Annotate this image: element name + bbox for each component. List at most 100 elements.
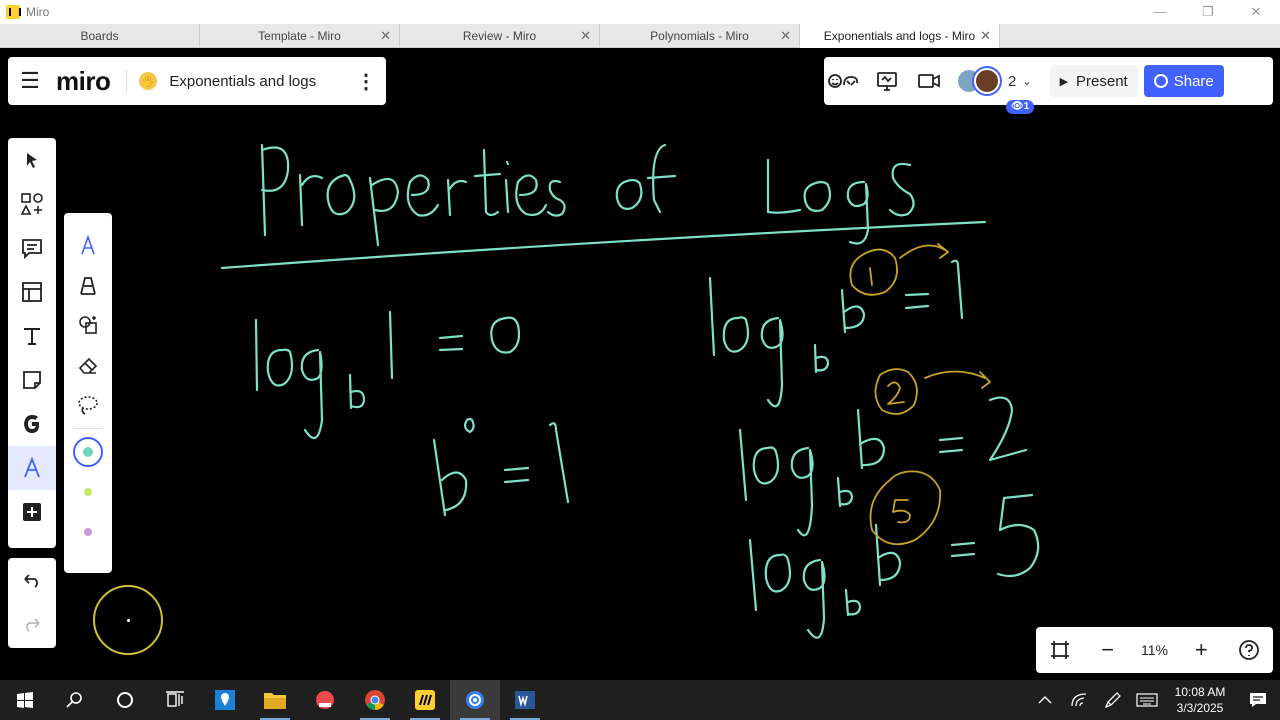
play-icon: ▶ <box>1059 75 1069 88</box>
shapes-icon <box>20 193 43 215</box>
tab-template[interactable]: Template - Miro ✕ <box>200 24 400 48</box>
tab-label: Polynomials - Miro <box>650 29 749 43</box>
smart-drawing-icon <box>79 316 97 334</box>
close-tab-icon[interactable]: ✕ <box>980 24 991 48</box>
comment-icon <box>22 239 42 259</box>
comment-tool[interactable] <box>8 226 56 270</box>
help-button[interactable] <box>1225 627 1273 673</box>
taskbar-app-snip[interactable] <box>300 680 350 720</box>
keyboard-icon <box>1136 693 1158 707</box>
reactions-button[interactable] <box>824 57 866 105</box>
undo-icon <box>24 574 38 588</box>
select-tool[interactable] <box>8 138 56 182</box>
color-swatch-purple[interactable] <box>64 512 112 552</box>
smart-drawing-option[interactable] <box>64 305 112 345</box>
present-button[interactable]: ▶ Present <box>1049 65 1138 97</box>
help-icon <box>1239 640 1259 660</box>
fit-to-screen-button[interactable] <box>1036 627 1084 673</box>
color-swatch-lime[interactable] <box>64 472 112 512</box>
zoom-level[interactable]: 11% <box>1132 642 1178 658</box>
search-button[interactable] <box>50 680 100 720</box>
notifications-button[interactable] <box>1236 680 1280 720</box>
minimize-button[interactable]: — <box>1136 0 1184 24</box>
share-label: Share <box>1173 72 1214 90</box>
tab-label: Exponentials and logs - Miro <box>823 29 976 43</box>
sticky-note-icon <box>23 371 41 389</box>
redo-icon <box>26 618 40 632</box>
color-swatch-ring <box>73 477 103 507</box>
window-title: Miro <box>26 5 50 19</box>
participants[interactable]: 2 ⌄ <box>956 68 1032 94</box>
zoom-in-button[interactable]: + <box>1177 627 1225 673</box>
sticky-note-tool[interactable] <box>8 358 56 402</box>
start-button[interactable] <box>0 680 50 720</box>
tab-boards[interactable]: Boards <box>0 24 200 48</box>
close-tab-icon[interactable]: ✕ <box>780 24 791 48</box>
close-tab-icon[interactable]: ✕ <box>380 24 391 48</box>
close-tab-icon[interactable]: ✕ <box>580 24 591 48</box>
tab-review[interactable]: Review - Miro ✕ <box>400 24 600 48</box>
redo-button[interactable] <box>8 602 56 646</box>
board-icon: ✋ <box>139 72 158 90</box>
share-button[interactable]: Share <box>1143 65 1224 97</box>
word-icon <box>515 691 535 709</box>
frame-tool[interactable] <box>8 270 56 314</box>
windows-taskbar: 10:08 AM 3/3/2025 <box>0 680 1280 720</box>
tab-label: Template - Miro <box>258 29 341 43</box>
pen-cursor <box>93 585 163 655</box>
timer-button[interactable] <box>866 57 908 105</box>
color-swatch-teal[interactable] <box>64 432 112 472</box>
taskbar-app-maps[interactable] <box>200 680 250 720</box>
snip-icon <box>316 691 334 709</box>
tab-label: Review - Miro <box>462 29 537 43</box>
frame-icon <box>22 282 42 302</box>
chevron-down-icon[interactable]: ⌄ <box>1022 75 1031 88</box>
screen-share-icon <box>877 72 897 91</box>
color-dot <box>84 488 92 496</box>
tab-exponentials-and-logs[interactable]: Exponentials and logs - Miro ✕ <box>800 24 1000 48</box>
tab-polynomials[interactable]: Polynomials - Miro ✕ <box>600 24 800 48</box>
tab-bar: Boards Template - Miro ✕ Review - Miro ✕ P… <box>0 24 1280 48</box>
folder-icon <box>264 693 286 709</box>
text-tool[interactable] <box>8 314 56 358</box>
cortana-button[interactable] <box>100 680 150 720</box>
panel-divider <box>74 428 102 429</box>
taskbar-app-word[interactable] <box>500 680 550 720</box>
viewer-count: 1 <box>1023 101 1030 112</box>
taskbar-app-file-explorer[interactable] <box>250 680 300 720</box>
touch-keyboard-button[interactable] <box>1130 680 1164 720</box>
taskbar-app-miro[interactable] <box>400 680 450 720</box>
creation-toolbar <box>8 138 56 548</box>
google-tool[interactable] <box>8 402 56 446</box>
pen-option[interactable] <box>64 225 112 265</box>
undo-button[interactable] <box>8 558 56 602</box>
templates-tool[interactable] <box>8 182 56 226</box>
highlighter-option[interactable] <box>64 265 112 305</box>
pen-menu-button[interactable] <box>1096 680 1130 720</box>
more-tools-button[interactable] <box>8 490 56 534</box>
taskbar-app-chrome[interactable] <box>350 680 400 720</box>
window-controls: — ❐ ✕ <box>1136 0 1280 24</box>
pen-tool[interactable] <box>8 446 56 490</box>
eraser-option[interactable] <box>64 345 112 385</box>
present-label: Present <box>1076 72 1128 90</box>
close-window-button[interactable]: ✕ <box>1232 0 1280 24</box>
plus-box-icon <box>23 503 41 521</box>
main-menu-button[interactable]: ☰ <box>8 68 52 94</box>
eraser-icon <box>78 357 98 374</box>
lasso-option[interactable] <box>64 385 112 425</box>
clock[interactable]: 10:08 AM 3/3/2025 <box>1164 684 1236 716</box>
board-title[interactable]: Exponentials and logs <box>169 73 346 90</box>
notification-icon <box>1250 693 1266 707</box>
network-button[interactable] <box>1062 680 1096 720</box>
task-view-button[interactable] <box>150 680 200 720</box>
video-call-button[interactable] <box>908 57 950 105</box>
miro-logo[interactable]: miro <box>56 66 111 97</box>
restore-button[interactable]: ❐ <box>1184 0 1232 24</box>
board-canvas[interactable] <box>0 48 1280 680</box>
zoom-out-button[interactable]: − <box>1084 627 1132 673</box>
board-more-button[interactable]: ⋮ <box>346 69 386 94</box>
show-hidden-icons-button[interactable] <box>1028 680 1062 720</box>
taskbar-app-screen-recorder[interactable] <box>450 680 500 720</box>
undo-redo-panel <box>8 558 56 648</box>
